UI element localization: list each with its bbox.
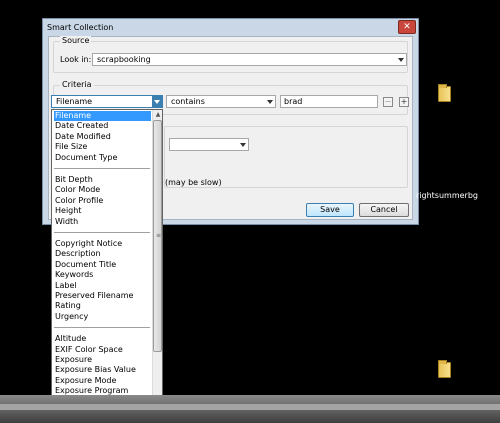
look-in-value: scrapbooking — [97, 55, 151, 64]
remove-criteria-button[interactable]: − — [383, 97, 393, 107]
scroll-up-icon[interactable]: ▲ — [153, 110, 162, 119]
dropdown-item[interactable]: Document Type — [54, 153, 151, 163]
dropdown-item[interactable]: Description — [54, 249, 151, 259]
dropdown-item[interactable]: Exposure Mode — [54, 376, 151, 386]
taskbar-strip — [0, 404, 500, 410]
criteria-field-value: Filename — [56, 97, 93, 106]
chevron-down-icon — [398, 58, 404, 62]
close-icon: ✕ — [403, 22, 411, 32]
dropdown-item[interactable]: Color Profile — [54, 196, 151, 206]
slow-search-note: (may be slow) — [165, 178, 222, 187]
criteria-group-label: Criteria — [60, 80, 94, 89]
look-in-select[interactable]: scrapbooking — [92, 53, 407, 66]
chevron-down-icon — [267, 100, 273, 104]
dropdown-item[interactable]: Exposure Bias Value — [54, 365, 151, 375]
dropdown-item[interactable]: Keywords — [54, 270, 151, 280]
dropdown-item[interactable]: Urgency — [54, 312, 151, 322]
chevron-down-icon — [240, 143, 246, 147]
grip-icon: ≡ — [155, 232, 162, 239]
dropdown-item[interactable]: Date Created — [54, 121, 151, 131]
title-bar[interactable]: Smart Collection ✕ — [43, 19, 418, 36]
source-group: Source Look in: scrapbooking — [53, 36, 408, 73]
desktop-item-label: rightsummerbg — [416, 191, 478, 200]
dropdown-separator — [54, 327, 150, 329]
field-dropdown-list: Filename Date Created Date Modified File Si… — [51, 109, 163, 423]
scrollbar[interactable]: ▲ ≡ ▼ — [152, 110, 162, 422]
options-select[interactable] — [169, 138, 249, 151]
dropdown-item[interactable]: Preserved Filename — [54, 291, 151, 301]
dropdown-separator — [54, 232, 150, 233]
source-group-label: Source — [60, 36, 92, 45]
scroll-thumb[interactable]: ≡ — [153, 120, 162, 352]
dropdown-item[interactable]: Copyright Notice — [54, 239, 151, 249]
dropdown-item[interactable]: Filename — [54, 111, 151, 121]
add-criteria-button[interactable]: + — [399, 97, 409, 107]
plus-icon: + — [400, 97, 408, 106]
look-in-label: Look in: — [60, 55, 92, 64]
dropdown-item[interactable]: Color Mode — [54, 185, 151, 195]
criteria-field-dropdown-button[interactable] — [152, 96, 162, 107]
dropdown-item[interactable]: File Size — [54, 142, 151, 152]
dropdown-item[interactable]: Label — [54, 281, 151, 291]
folder-icon[interactable] — [438, 360, 451, 378]
dropdown-separator — [54, 168, 150, 169]
folder-icon[interactable] — [438, 84, 451, 102]
options-group: (may be slow) — [164, 126, 408, 188]
criteria-field-select[interactable]: Filename — [51, 95, 163, 108]
dropdown-item[interactable]: Date Modified — [54, 132, 151, 142]
minus-icon: − — [384, 97, 392, 106]
criteria-operator-select[interactable]: contains — [166, 95, 276, 108]
dropdown-item[interactable]: Exposure — [54, 355, 151, 365]
dropdown-item[interactable]: Bit Depth — [54, 175, 151, 185]
dropdown-item[interactable]: Rating — [54, 301, 151, 311]
dropdown-item[interactable]: Width — [54, 217, 151, 227]
save-button[interactable]: Save — [306, 203, 354, 217]
dropdown-item[interactable]: EXIF Color Space — [54, 345, 151, 355]
dropdown-item[interactable]: Height — [54, 206, 151, 216]
criteria-operator-value: contains — [171, 97, 205, 106]
chevron-down-icon — [154, 100, 160, 104]
criteria-text-field[interactable]: brad — [280, 95, 378, 108]
dropdown-item[interactable]: Altitude — [54, 334, 151, 344]
dialog-title: Smart Collection — [47, 23, 114, 32]
close-button[interactable]: ✕ — [398, 20, 416, 34]
cancel-button[interactable]: Cancel — [359, 203, 409, 217]
dropdown-item[interactable]: Document Title — [54, 260, 151, 270]
